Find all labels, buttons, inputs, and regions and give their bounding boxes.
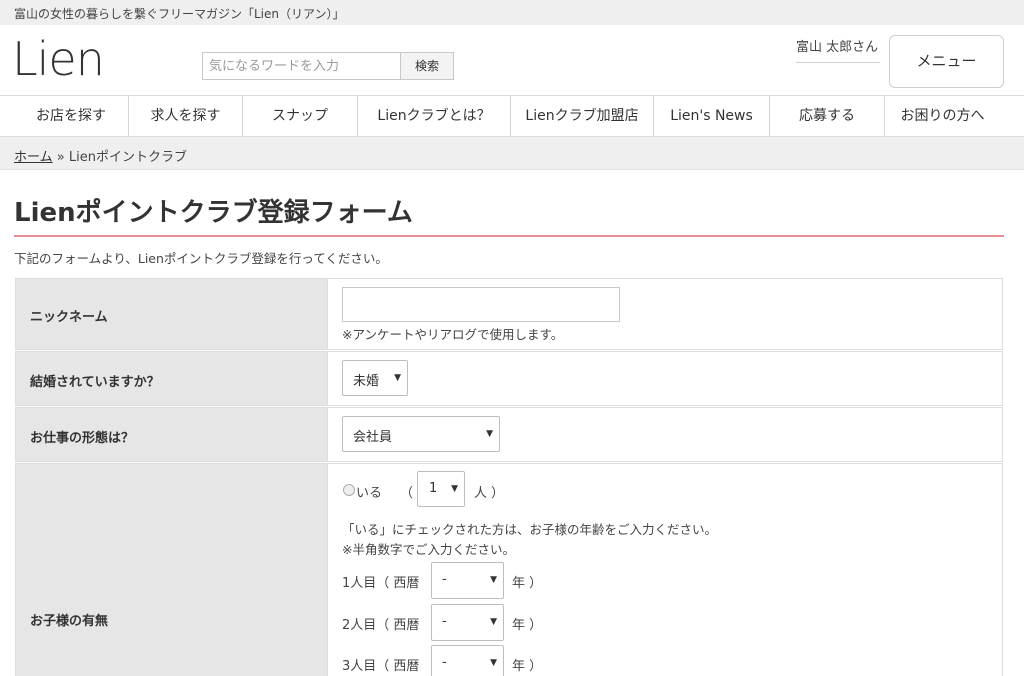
label-cell: ニックネーム	[16, 279, 328, 349]
page-title: Lienポイントクラブ登録フォーム	[14, 198, 413, 228]
married-select[interactable]: 未婚 ▼	[342, 360, 408, 396]
nav-item-jobs[interactable]: 求人を探す	[129, 96, 243, 136]
dropdown-arrow-icon: ▼	[490, 658, 497, 668]
label-cell: お子様の有無	[16, 464, 328, 676]
search-input[interactable]	[202, 52, 401, 80]
child-2-year-value: -	[442, 614, 447, 629]
dropdown-arrow-icon: ▼	[490, 617, 497, 627]
form-row-job: お仕事の形態は？ 会社員 ▼	[15, 407, 1003, 462]
breadcrumb-separator: »	[56, 150, 65, 165]
top-bar: 富山の女性の暮らしを繋ぐフリーマガジン「Lien（リアン）」	[0, 0, 1024, 25]
nickname-input[interactable]	[342, 287, 620, 322]
intro-text: 下記のフォームより、Lienポイントクラブ登録を行ってください。	[14, 251, 388, 266]
form-row-nickname: ニックネーム ※アンケートやリアログで使用します。	[15, 278, 1003, 350]
child-2-year-select[interactable]: - ▼	[431, 604, 504, 641]
search-button[interactable]: 検索	[400, 52, 454, 80]
nav-item-shops[interactable]: お店を探す	[14, 96, 129, 136]
child-3-prefix: 3人目（ 西暦	[342, 659, 420, 674]
title-divider	[14, 235, 1004, 237]
dropdown-arrow-icon: ▼	[490, 575, 497, 585]
children-count-select[interactable]: 1 ▼	[417, 471, 465, 507]
user-name[interactable]: 富山 太郎さん	[796, 36, 880, 63]
child-1-suffix: 年 ）	[512, 576, 543, 591]
children-count-value: 1	[429, 481, 438, 496]
breadcrumb: ホーム » Lienポイントクラブ	[14, 146, 187, 165]
breadcrumb-bar: ホーム » Lienポイントクラブ	[0, 137, 1024, 170]
label-cell: お仕事の形態は？	[16, 408, 328, 461]
child-3-suffix: 年 ）	[512, 659, 543, 674]
label-cell: 結婚されていますか？	[16, 352, 328, 405]
menu-button[interactable]: メニュー	[889, 35, 1004, 88]
site-tagline: 富山の女性の暮らしを繋ぐフリーマガジン「Lien（リアン）」	[14, 7, 345, 21]
job-label: お仕事の形態は？	[30, 431, 135, 446]
paren-open: （	[400, 486, 414, 501]
nav-item-club-about[interactable]: Lienクラブとは？	[358, 96, 511, 136]
children-label: お子様の有無	[30, 614, 109, 629]
married-label: 結婚されていますか？	[30, 375, 160, 390]
dropdown-arrow-icon: ▼	[394, 373, 401, 383]
children-note: 「いる」にチェックされた方は、お子様の年齢をご入力ください。	[342, 522, 718, 537]
site-logo[interactable]: Lien	[12, 36, 105, 82]
nav-item-apply[interactable]: 応募する	[770, 96, 885, 136]
child-3-year-select[interactable]: - ▼	[431, 645, 504, 676]
global-nav: お店を探す 求人を探す スナップ Lienクラブとは？ Lienクラブ加盟店 L…	[0, 95, 1024, 137]
job-select[interactable]: 会社員 ▼	[342, 416, 500, 452]
breadcrumb-current: Lienポイントクラブ	[68, 150, 187, 165]
form-row-children: お子様の有無 いる （ 1 ▼ 人 ） 「いる」にチェックされた方は、お子様の年…	[15, 463, 1003, 676]
dropdown-arrow-icon: ▼	[451, 484, 458, 494]
nav-item-club-shops[interactable]: Lienクラブ加盟店	[511, 96, 654, 136]
child-1-year-select[interactable]: - ▼	[431, 562, 504, 599]
child-2-prefix: 2人目（ 西暦	[342, 618, 420, 633]
nav-item-snap[interactable]: スナップ	[243, 96, 358, 136]
form-row-married: 結婚されていますか？ 未婚 ▼	[15, 351, 1003, 406]
dropdown-arrow-icon: ▼	[486, 429, 493, 439]
married-select-value: 未婚	[353, 374, 380, 389]
nav-item-help[interactable]: お困りの方へ	[885, 96, 1000, 136]
children-yes-radio[interactable]	[343, 484, 355, 496]
children-count-suffix: 人 ）	[474, 486, 505, 501]
nav-item-news[interactable]: Lien's News	[654, 96, 770, 136]
children-yes-label[interactable]: いる	[356, 482, 382, 501]
nickname-note: ※アンケートやリアログで使用します。	[342, 327, 564, 342]
child-3-year-value: -	[442, 655, 447, 670]
job-select-value: 会社員	[353, 430, 393, 445]
child-2-suffix: 年 ）	[512, 618, 543, 633]
nickname-label: ニックネーム	[30, 310, 108, 325]
breadcrumb-home-link[interactable]: ホーム	[14, 150, 53, 165]
children-note-halfwidth: ※半角数字でご入力ください。	[342, 542, 515, 557]
child-1-prefix: 1人目（ 西暦	[342, 576, 420, 591]
child-1-year-value: -	[442, 572, 447, 587]
